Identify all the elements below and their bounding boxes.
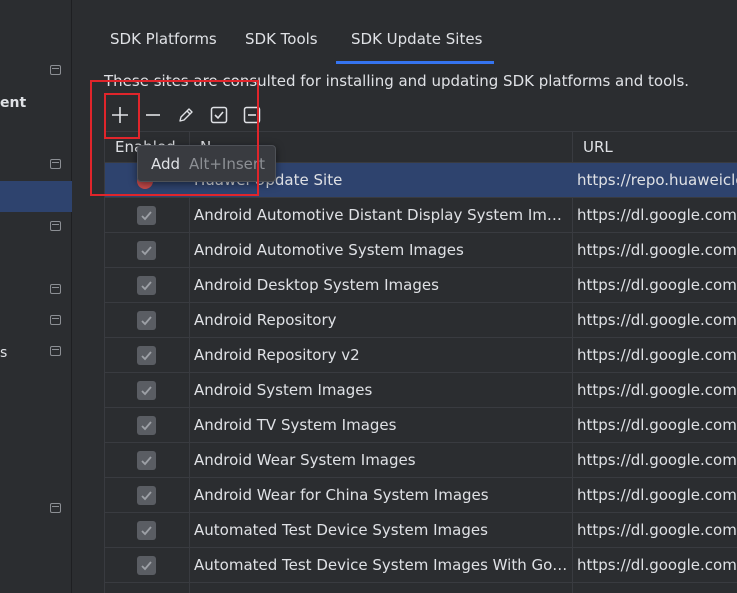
site-url: https://repo.huaweicloud.com (577, 171, 737, 189)
site-url: https://dl.google.com (577, 556, 737, 574)
site-name: Android Automotive System Images (194, 241, 464, 259)
site-name: Android Desktop System Images (194, 276, 439, 294)
project-scope-icon (50, 65, 61, 75)
column-header-url[interactable]: URL (583, 138, 613, 156)
site-name: Android System Images (194, 381, 373, 399)
checkmark-icon (141, 456, 152, 466)
checkmark-icon (141, 211, 152, 221)
table-row[interactable]: Android TV System Images https://dl.googl… (105, 408, 737, 443)
sidebar-item-label[interactable]: ent (0, 95, 26, 111)
enabled-checkbox[interactable] (137, 276, 156, 295)
enabled-checkbox[interactable] (137, 416, 156, 435)
enabled-checkbox[interactable] (137, 311, 156, 330)
sidebar-item-label[interactable]: s (0, 345, 7, 361)
update-sites-table: Enabled N URL Huawei Update Sitehttps://… (104, 131, 737, 593)
enabled-checkbox[interactable] (137, 486, 156, 505)
enabled-checkbox[interactable] (137, 556, 156, 575)
site-url: https://dl.google.com (577, 416, 737, 434)
table-row[interactable]: Android Automotive Distant Display Syste… (105, 198, 737, 233)
project-scope-icon (50, 284, 61, 294)
table-row[interactable]: Android Automotive System Images https://… (105, 233, 737, 268)
site-url: https://dl.google.com (577, 486, 737, 504)
checkmark-icon (141, 421, 152, 431)
project-scope-icon (50, 503, 61, 513)
site-name: Android TV System Images (194, 416, 397, 434)
checkmark-icon (141, 316, 152, 326)
enabled-checkbox[interactable] (137, 346, 156, 365)
checkmark-icon (141, 281, 152, 291)
site-url: https://dl.google.com (577, 381, 737, 399)
site-url: https://dl.google.com (577, 206, 737, 224)
checkmark-icon (141, 491, 152, 501)
site-url: https://dl.google.com (577, 241, 737, 259)
site-url: https://dl.google.com (577, 276, 737, 294)
table-row[interactable]: Android Wear System Images https://dl.goo… (105, 443, 737, 478)
checkmark-icon (141, 561, 152, 571)
table-row[interactable]: Android Repository https://dl.google.com (105, 303, 737, 338)
table-row[interactable]: Automated Test Device System Images https… (105, 513, 737, 548)
tab-sdk-tools[interactable]: SDK Tools (245, 30, 318, 48)
site-url: https://dl.google.com (577, 346, 737, 364)
sidebar-selected-item[interactable] (0, 181, 72, 212)
checkmark-icon (141, 246, 152, 256)
checkmark-icon (141, 351, 152, 361)
project-scope-icon (50, 221, 61, 231)
enabled-checkbox[interactable] (137, 206, 156, 225)
site-url: https://dl.google.com (577, 521, 737, 539)
site-name: Android Repository v2 (194, 346, 360, 364)
tab-sdk-update-sites[interactable]: SDK Update Sites (351, 30, 482, 48)
highlight-box-add (104, 93, 140, 139)
settings-sidebar: ent s (0, 0, 72, 593)
site-name: Android Wear for China System Images (194, 486, 489, 504)
site-name: Android Repository (194, 311, 337, 329)
table-row[interactable]: Android System Images https://dl.google.c… (105, 373, 737, 408)
table-row[interactable]: Automated Test Device System Images With… (105, 548, 737, 583)
site-name: Android Automotive Distant Display Syste… (194, 206, 569, 224)
table-row[interactable]: Android Wear for China System Images http… (105, 478, 737, 513)
site-name: Automated Test Device System Images (194, 521, 488, 539)
enabled-checkbox[interactable] (137, 521, 156, 540)
site-name: Automated Test Device System Images With… (194, 556, 569, 574)
table-row[interactable]: Android Desktop System Images https://dl.… (105, 268, 737, 303)
checkmark-icon (141, 526, 152, 536)
tab-sdk-platforms[interactable]: SDK Platforms (110, 30, 217, 48)
site-url: https://dl.google.com (577, 311, 737, 329)
active-tab-indicator (336, 61, 494, 64)
enabled-checkbox[interactable] (137, 451, 156, 470)
site-url: https://dl.google.com (577, 451, 737, 469)
table-row[interactable]: Android Repository v2 https://dl.google.c… (105, 338, 737, 373)
project-scope-icon (50, 346, 61, 356)
enabled-checkbox[interactable] (137, 381, 156, 400)
project-scope-icon (50, 315, 61, 325)
checkmark-icon (141, 386, 152, 396)
site-name: Android Wear System Images (194, 451, 416, 469)
project-scope-icon (50, 159, 61, 169)
enabled-checkbox[interactable] (137, 241, 156, 260)
